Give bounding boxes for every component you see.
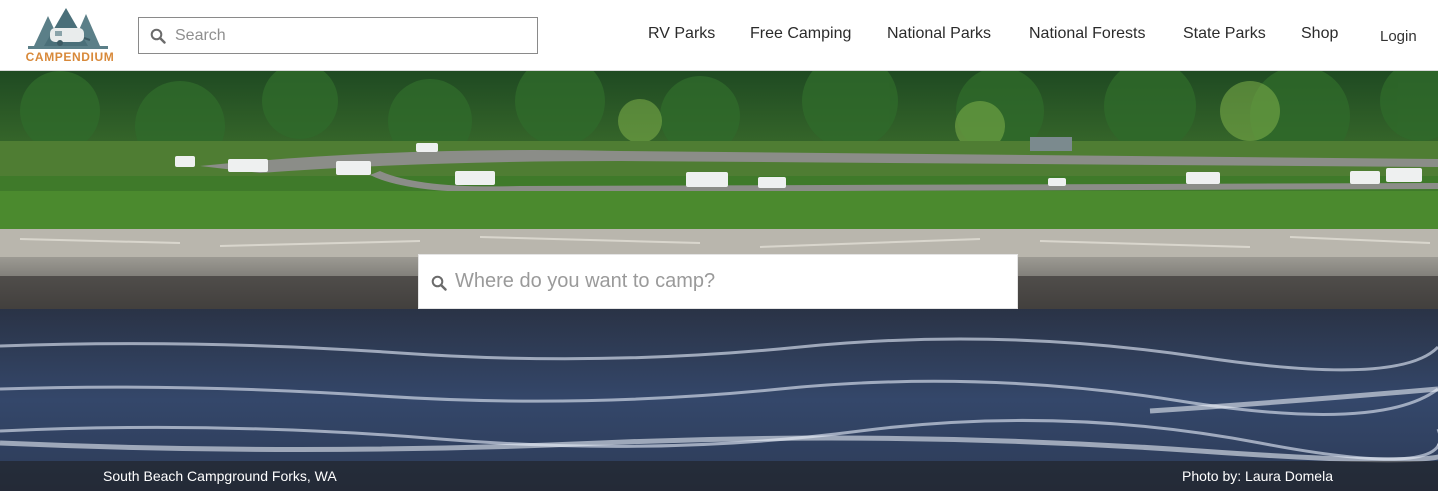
brand-name: CAMPENDIUM (25, 50, 115, 64)
search-icon (431, 275, 447, 296)
nav-free-camping[interactable]: Free Camping (750, 25, 851, 43)
photo-location-caption: South Beach Campground Forks, WA (103, 468, 337, 484)
tent-trailer-logo-icon (28, 8, 108, 49)
login-link[interactable]: Login (1380, 28, 1417, 45)
photo-credit-caption: Photo by: Laura Domela (1182, 468, 1333, 484)
search-icon (150, 28, 166, 49)
hero-search-box[interactable] (418, 254, 1018, 309)
nav-shop[interactable]: Shop (1301, 25, 1338, 43)
header-search-box[interactable] (138, 17, 538, 54)
nav-national-forests[interactable]: National Forests (1029, 25, 1146, 43)
photo-caption-bar: South Beach Campground Forks, WA Photo b… (0, 461, 1438, 491)
nav-state-parks[interactable]: State Parks (1183, 25, 1266, 43)
site-header: CAMPENDIUM RV Parks Free Camping Nationa… (0, 0, 1438, 71)
nav-rv-parks[interactable]: RV Parks (648, 25, 715, 43)
hero-banner: South Beach Campground Forks, WA Photo b… (0, 71, 1438, 491)
header-search-input[interactable] (175, 18, 533, 53)
campendium-logo[interactable]: CAMPENDIUM (14, 6, 122, 66)
nav-national-parks[interactable]: National Parks (887, 25, 991, 43)
hero-search-input[interactable] (455, 255, 1011, 308)
